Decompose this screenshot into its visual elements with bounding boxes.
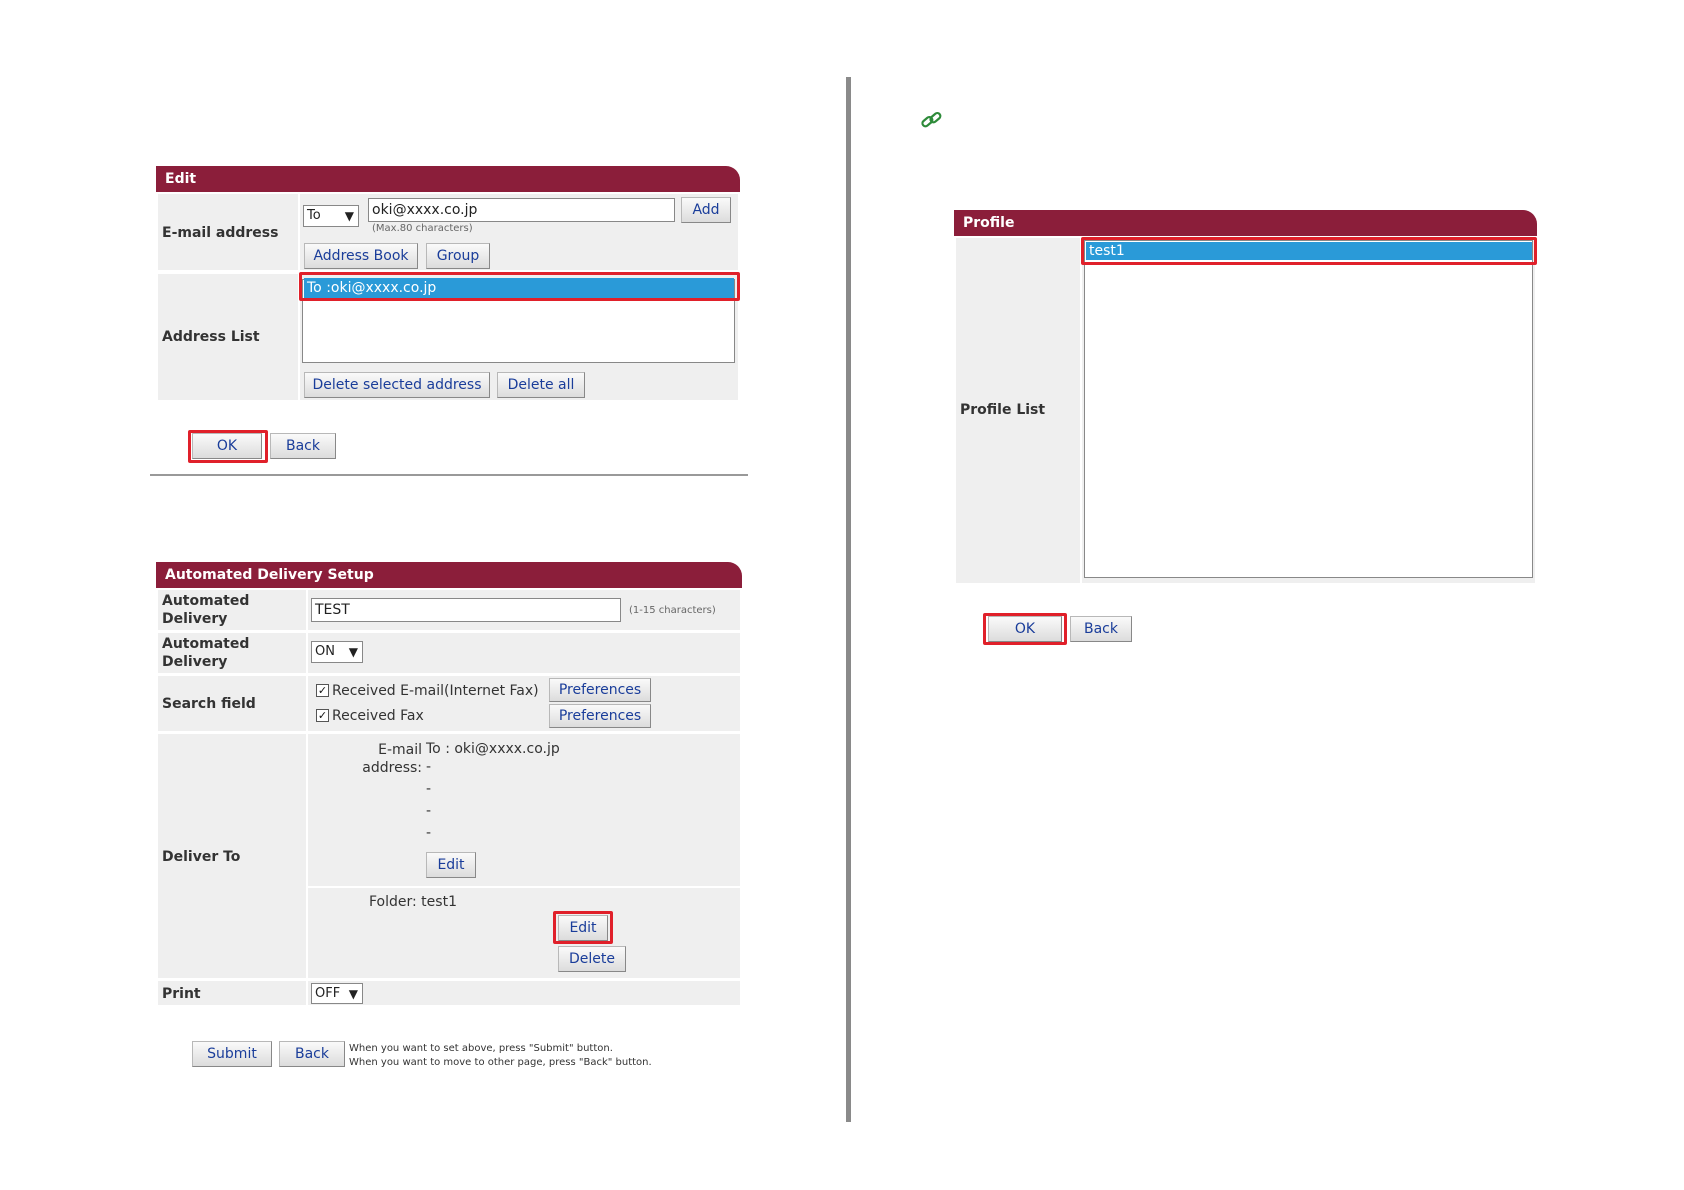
email-input[interactable]: oki@xxxx.co.jp (368, 198, 675, 222)
highlight-box (1081, 237, 1537, 265)
chevron-down-icon: ▼ (348, 987, 358, 1001)
max-characters-hint: (Max.80 characters) (372, 223, 473, 234)
automated-delivery-status-label: Automated Delivery (162, 636, 250, 670)
delete-selected-address-button[interactable]: Delete selected address (304, 372, 490, 398)
email-dash: - (426, 759, 432, 775)
email-address-label: E-mail address (162, 225, 279, 241)
delivery-panel-title: Automated Delivery Setup (156, 562, 742, 588)
automated-delivery-name-label: Automated Delivery (162, 593, 250, 627)
address-list-label: Address List (162, 329, 260, 345)
page-divider (846, 77, 851, 1122)
edit-email-button[interactable]: Edit (426, 852, 476, 878)
email-dash: - (426, 825, 432, 841)
delete-folder-button[interactable]: Delete (558, 946, 626, 972)
submit-button[interactable]: Submit (192, 1041, 272, 1067)
back-button[interactable]: Back (1070, 616, 1132, 642)
back-note: When you want to move to other page, pre… (349, 1057, 652, 1068)
profile-listbox[interactable] (1084, 240, 1533, 578)
highlight-box (553, 911, 613, 944)
received-email-label: Received E-mail(Internet Fax) (332, 683, 539, 699)
received-email-checkbox[interactable]: ✓ (316, 684, 329, 697)
link-icon (920, 110, 944, 132)
deliver-to-label: Deliver To (162, 849, 241, 865)
chevron-down-icon: ▼ (344, 209, 354, 223)
email-dash: - (426, 803, 432, 819)
add-button[interactable]: Add (681, 197, 731, 223)
print-select[interactable]: OFF ▼ (311, 983, 363, 1004)
highlight-box (188, 430, 268, 463)
received-fax-label: Received Fax (332, 708, 424, 724)
received-fax-checkbox[interactable]: ✓ (316, 709, 329, 722)
email-dash: - (426, 781, 432, 797)
submit-note: When you want to set above, press "Submi… (349, 1043, 613, 1054)
back-button[interactable]: Back (270, 433, 336, 459)
delivery-on-off-select[interactable]: ON ▼ (311, 641, 363, 663)
row-cell (308, 981, 740, 1005)
delivery-name-input[interactable]: TEST (311, 598, 621, 622)
delete-all-button[interactable]: Delete all (497, 372, 585, 398)
print-label: Print (162, 986, 201, 1002)
preferences-button[interactable]: Preferences (549, 704, 651, 728)
row-cell (308, 633, 740, 673)
edit-panel-title: Edit (156, 166, 740, 192)
preferences-button[interactable]: Preferences (549, 678, 651, 702)
chevron-down-icon: ▼ (348, 645, 358, 659)
profile-panel-title: Profile (954, 210, 1537, 236)
address-book-button[interactable]: Address Book (304, 243, 418, 269)
folder-text: Folder: test1 (369, 894, 457, 910)
highlight-box (983, 613, 1067, 645)
email-address-label: E-mail address: (362, 742, 422, 776)
profile-list-label: Profile List (960, 402, 1046, 418)
group-button[interactable]: Group (426, 243, 490, 269)
email-to-value: To : oki@xxxx.co.jp (426, 741, 560, 757)
search-field-label: Search field (162, 696, 256, 712)
section-separator (150, 474, 748, 476)
name-characters-hint: (1-15 characters) (629, 605, 716, 616)
back-button[interactable]: Back (279, 1041, 345, 1067)
highlight-box (299, 272, 740, 301)
recipient-type-select[interactable]: To ▼ (303, 205, 359, 227)
